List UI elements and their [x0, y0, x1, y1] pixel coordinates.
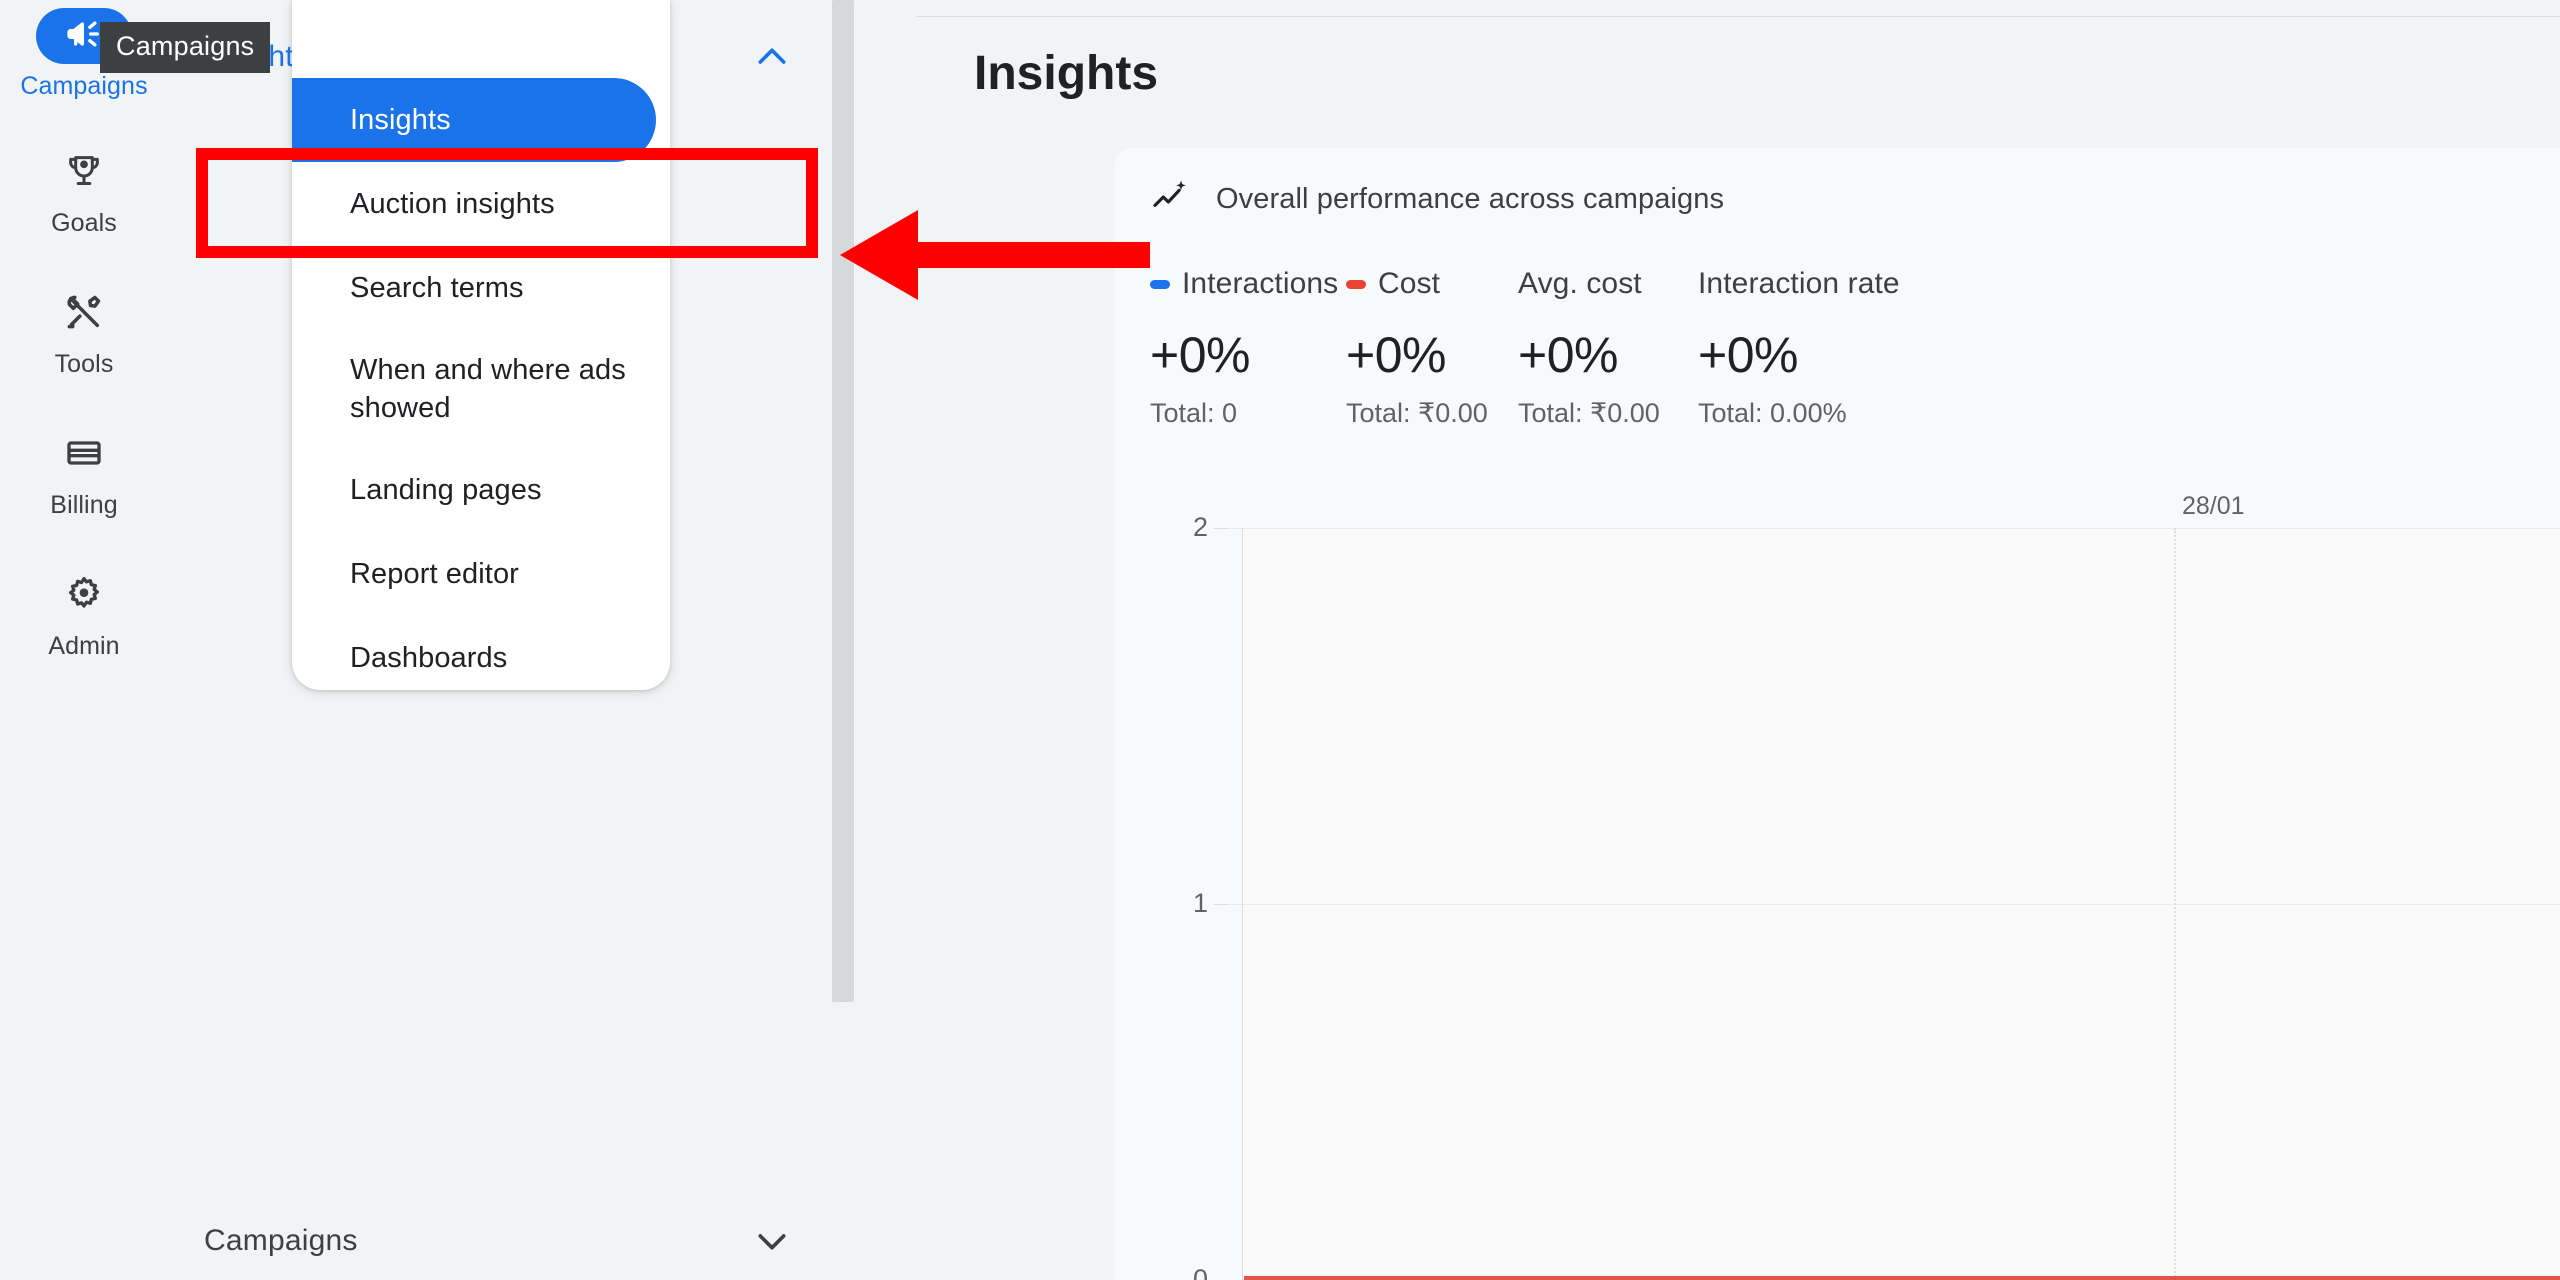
metric-cost[interactable]: Cost +0% Total: ₹0.00 — [1346, 264, 1518, 429]
menu-item-auction-insights[interactable]: Auction insights — [292, 162, 670, 246]
menu-item-label-landing-pages: Landing pages — [350, 473, 542, 506]
menu-item-label-insights: Insights — [350, 103, 451, 136]
chart-date-divider — [2174, 528, 2176, 1280]
campaigns-tooltip: Campaigns — [100, 22, 271, 73]
menu-item-label-dashboards: Dashboards — [350, 641, 508, 674]
rail-label-goals: Goals — [51, 209, 117, 237]
menu-item-insights[interactable]: Insights — [292, 78, 656, 162]
metric-interaction-rate-head: Interaction rate — [1698, 264, 1902, 304]
nav-scrollbar-thumb[interactable] — [832, 0, 854, 1002]
admin-pill[interactable] — [36, 568, 132, 624]
metric-avg-cost-head: Avg. cost — [1518, 264, 1698, 304]
menu-item-label-when-and-where-ads-showed: When and where ads showed — [350, 353, 626, 424]
rail-item-tools[interactable]: Tools — [0, 286, 168, 379]
menu-item-dashboards[interactable]: Dashboards — [292, 616, 670, 700]
metric-interactions[interactable]: Interactions +0% Total: 0 — [1150, 264, 1346, 429]
app-root: Campaigns Goals Tools Billing Admin Camp… — [0, 0, 2560, 1280]
metric-label-avg-cost: Avg. cost — [1518, 267, 1642, 300]
rail-label-admin: Admin — [48, 632, 120, 660]
metric-value-interactions: +0% — [1150, 327, 1250, 383]
metric-label-interactions: Interactions — [1182, 267, 1339, 300]
menu-item-landing-pages[interactable]: Landing pages — [292, 448, 670, 532]
chevron-up-icon[interactable] — [752, 37, 792, 77]
chart-series-line-cost — [1244, 1276, 2560, 1280]
insights-and-reports-flyout-panel: Insights Auction insights Search terms W… — [292, 0, 670, 690]
chart-ytick-label-2: 2 — [1192, 512, 1208, 542]
trending-up-sparkle-icon — [1150, 177, 1190, 222]
menu-item-report-editor[interactable]: Report editor — [292, 532, 670, 616]
main-content: Insights Overall performance across camp… — [854, 0, 2560, 1280]
performance-line-chart: 2 1 0 28/01 — [1114, 492, 2560, 1280]
rail-item-admin[interactable]: Admin — [0, 568, 168, 661]
metric-interaction-rate[interactable]: Interaction rate +0% Total: 0.00% — [1698, 264, 1902, 429]
metric-total-cost: Total: ₹0.00 — [1346, 398, 1488, 428]
metric-value-avg-cost: +0% — [1518, 327, 1618, 383]
rail-item-goals[interactable]: Goals — [0, 145, 168, 238]
rail-label-campaigns: Campaigns — [20, 72, 148, 100]
trophy-icon — [64, 151, 104, 196]
chart-tick-1 — [1214, 904, 1228, 905]
metric-total-avg-cost: Total: ₹0.00 — [1518, 398, 1660, 428]
tools-icon — [64, 292, 104, 337]
megaphone-icon — [64, 14, 104, 59]
secondary-nav-column: Insights and reports Campaigns Insights … — [168, 0, 840, 1280]
nav-section-title-campaigns: Campaigns — [204, 1224, 358, 1257]
chart-ytick-label-0: 0 — [1192, 1264, 1208, 1280]
rail-item-billing[interactable]: Billing — [0, 427, 168, 520]
card-header-text: Overall performance across campaigns — [1216, 182, 1725, 215]
chart-gridline-2 — [1226, 528, 2560, 529]
credit-card-icon — [64, 433, 104, 478]
chart-gridline-1 — [1226, 904, 2560, 905]
rail-label-tools: Tools — [54, 350, 114, 378]
metric-total-interaction-rate: Total: 0.00% — [1698, 398, 1847, 428]
metric-cost-head: Cost — [1346, 264, 1518, 304]
menu-item-search-terms[interactable]: Search terms — [292, 246, 670, 330]
interactions-series-dot — [1150, 279, 1170, 289]
chart-tick-2 — [1214, 528, 1228, 529]
tools-pill[interactable] — [36, 286, 132, 342]
chart-y-axis-line — [1242, 528, 1243, 1280]
metric-avg-cost[interactable]: Avg. cost +0% Total: ₹0.00 — [1518, 264, 1698, 429]
menu-item-label-report-editor: Report editor — [350, 557, 519, 590]
metric-label-interaction-rate: Interaction rate — [1698, 267, 1900, 300]
cost-series-dot — [1346, 279, 1366, 289]
metric-total-interactions: Total: 0 — [1150, 398, 1238, 428]
chart-xtick-label-2801: 28/01 — [2182, 492, 2245, 520]
goals-pill[interactable] — [36, 145, 132, 201]
left-icon-rail: Campaigns Goals Tools Billing Admin — [0, 0, 168, 1280]
card-header: Overall performance across campaigns — [1114, 148, 2560, 250]
gear-icon — [64, 574, 104, 619]
page-title: Insights — [974, 47, 1159, 100]
nav-section-campaigns[interactable]: Campaigns — [168, 1198, 840, 1280]
menu-item-label-search-terms: Search terms — [350, 271, 524, 304]
billing-pill[interactable] — [36, 427, 132, 483]
overall-performance-card: Overall performance across campaigns Int… — [1114, 148, 2560, 1280]
metrics-row: Interactions +0% Total: 0 Cost +0% Total… — [1150, 264, 1902, 429]
metric-label-cost: Cost — [1378, 267, 1441, 300]
metric-interactions-head: Interactions — [1150, 264, 1346, 304]
menu-item-label-auction-insights: Auction insights — [350, 187, 555, 220]
chart-ytick-label-1: 1 — [1192, 888, 1208, 918]
chevron-down-icon[interactable] — [752, 1221, 792, 1261]
rail-label-billing: Billing — [50, 491, 118, 519]
metric-value-interaction-rate: +0% — [1698, 327, 1798, 383]
menu-item-when-and-where-ads-showed[interactable]: When and where ads showed — [292, 330, 670, 448]
content-top-divider — [916, 16, 2560, 17]
metric-value-cost: +0% — [1346, 327, 1446, 383]
